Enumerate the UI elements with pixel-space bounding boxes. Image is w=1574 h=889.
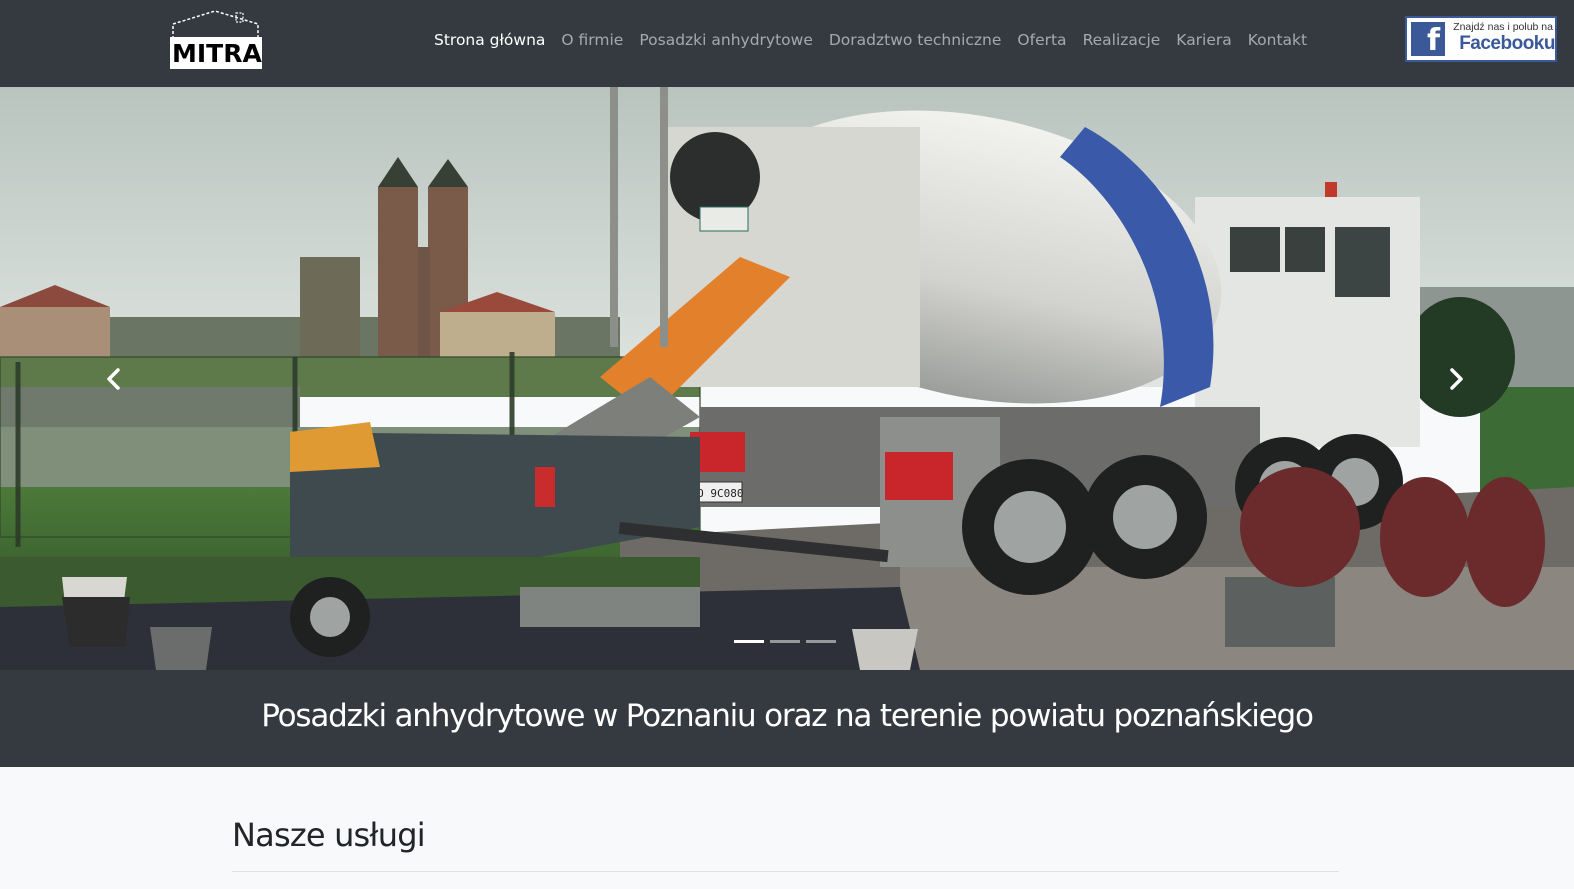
house-roof-outline-icon [172, 10, 259, 39]
facebook-icon: f [1411, 22, 1445, 56]
nav-item-strona-glowna[interactable]: Strona główna [426, 27, 553, 53]
top-navbar: MITRA Strona główna O firmie Posadzki an… [0, 0, 1574, 87]
main-nav: Strona główna O firmie Posadzki anhydryt… [426, 27, 1315, 53]
carousel-indicator-2[interactable] [770, 640, 800, 643]
chevron-left-icon [107, 368, 120, 390]
facebook-badge-title: Facebooku [1459, 33, 1555, 54]
nav-item-kontakt[interactable]: Kontakt [1240, 27, 1315, 53]
carousel-prev-button[interactable] [94, 357, 134, 401]
carousel-next-button[interactable] [1436, 357, 1476, 401]
facebook-badge-link[interactable]: f Znajdź nas i polub na Facebooku [1405, 16, 1557, 62]
site-logo[interactable]: MITRA [170, 10, 262, 70]
services-heading: Nasze usługi [232, 816, 426, 854]
headline-band: Posadzki anhydrytowe w Poznaniu oraz na … [0, 670, 1574, 767]
nav-item-oferta[interactable]: Oferta [1009, 27, 1074, 53]
chevron-right-icon [1450, 368, 1463, 390]
nav-item-kariera[interactable]: Kariera [1168, 27, 1239, 53]
nav-item-o-firmie[interactable]: O firmie [553, 27, 631, 53]
facebook-badge-caption: Znajdź nas i polub na [1453, 21, 1553, 33]
carousel-indicator-3[interactable] [806, 640, 836, 643]
nav-item-posadzki-anhydrytowe[interactable]: Posadzki anhydrytowe [631, 27, 821, 53]
hero-carousel: PO 9C080 [0, 87, 1574, 670]
carousel-indicator-1[interactable] [734, 640, 764, 643]
nav-item-doradztwo-techniczne[interactable]: Doradztwo techniczne [821, 27, 1010, 53]
nav-item-realizacje[interactable]: Realizacje [1075, 27, 1169, 53]
logo-text: MITRA [170, 37, 262, 69]
carousel-indicators [734, 640, 842, 646]
section-divider [232, 871, 1339, 872]
hero-headline: Posadzki anhydrytowe w Poznaniu oraz na … [261, 698, 1314, 734]
hero-slide-image: PO 9C080 [0, 87, 1574, 670]
